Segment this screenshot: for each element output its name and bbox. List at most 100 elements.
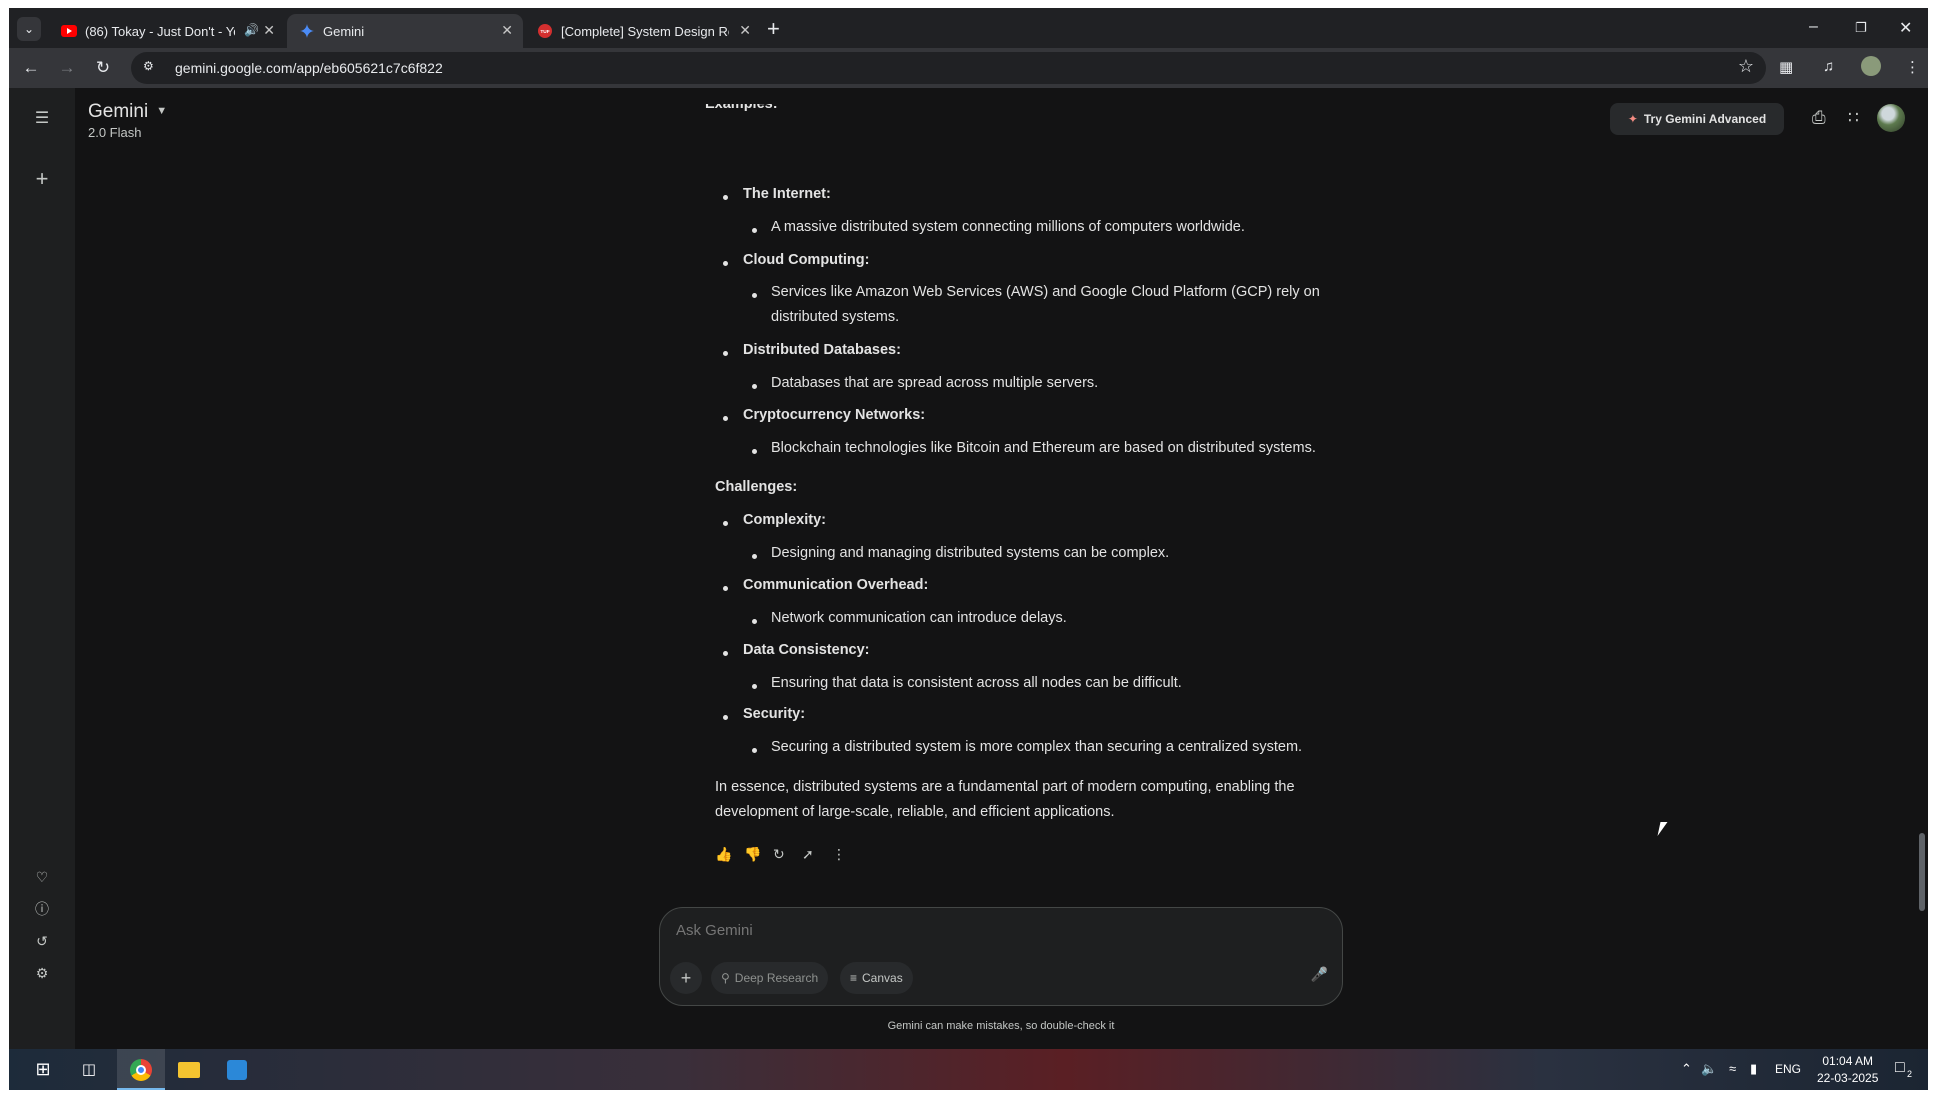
print-icon[interactable]: ⎙ [1812, 108, 1826, 128]
wifi-icon[interactable]: ≈ [1729, 1061, 1736, 1076]
bullet [752, 554, 757, 559]
help-icon[interactable]: ⓘ [31, 898, 53, 920]
bookmark-star-icon[interactable]: ☆ [1738, 56, 1754, 77]
activity-history-icon[interactable]: ↺ [31, 930, 53, 952]
conclusion-text: development of large-scale, reliable, an… [715, 804, 1115, 820]
bullet [752, 619, 757, 624]
ask-gemini-input[interactable] [676, 918, 1076, 942]
back-icon[interactable]: ← [19, 56, 43, 80]
tab-system-design[interactable]: TUF [Complete] System Design Roa ✕ [525, 14, 761, 48]
bullet [723, 715, 728, 720]
address-bar[interactable]: ⚙ gemini.google.com/app/eb605621c7c6f822… [131, 52, 1766, 84]
challenge-title: Communication Overhead: [743, 577, 929, 593]
chip-label: Canvas [862, 971, 903, 985]
photos-app-icon[interactable] [213, 1049, 261, 1090]
app-name: Gemini [88, 101, 149, 122]
profile-avatar-icon[interactable] [1861, 56, 1881, 76]
regenerate-icon[interactable]: ↻ [773, 846, 785, 863]
example-text: distributed systems. [771, 309, 900, 325]
tab-gemini[interactable]: Gemini ✕ [287, 14, 523, 48]
new-tab-button[interactable]: + [767, 17, 780, 41]
canvas-button[interactable]: ≡ Canvas [840, 962, 913, 994]
share-icon[interactable]: ➚ [802, 846, 814, 863]
bullet [752, 384, 757, 389]
model-name: 2.0 Flash [88, 125, 142, 140]
battery-icon[interactable]: ▮ [1750, 1061, 1757, 1077]
challenge-text: Designing and managing distributed syste… [771, 545, 1170, 561]
example-text: A massive distributed system connecting … [771, 219, 1245, 235]
new-chat-plus-icon[interactable]: + [31, 168, 53, 190]
example-text: Services like Amazon Web Services (AWS) … [771, 284, 1320, 300]
close-tab-icon[interactable]: ✕ [739, 22, 751, 39]
dropdown-caret-icon: ▼ [156, 105, 168, 117]
menu-kebab-icon[interactable]: ⋮ [1905, 58, 1920, 76]
challenge-text: Network communication can introduce dela… [771, 610, 1067, 626]
show-hidden-icons-icon[interactable]: ⌃ [1681, 1061, 1692, 1077]
bullet [723, 351, 728, 356]
task-view-icon[interactable]: ◫ [65, 1049, 113, 1090]
example-title: The Internet: [743, 186, 831, 202]
tuf-icon: TUF [538, 24, 552, 38]
chip-label: Deep Research [734, 971, 819, 985]
bullet [752, 293, 757, 298]
challenge-title: Complexity: [743, 512, 826, 528]
restore-icon[interactable]: ❐ [1855, 20, 1867, 36]
clock-date: 22-03-2025 [1817, 1071, 1879, 1085]
hamburger-menu-icon[interactable]: ☰ [31, 108, 53, 130]
thumbs-down-icon[interactable]: 👎 [744, 846, 761, 863]
add-attachment-button[interactable]: + [670, 962, 702, 994]
challenges-heading: Challenges: [715, 479, 798, 495]
close-tab-icon[interactable]: ✕ [501, 22, 513, 39]
bullet [752, 684, 757, 689]
account-avatar[interactable] [1877, 104, 1905, 132]
model-switcher[interactable]: Gemini ▼ 2.0 Flash [88, 101, 167, 140]
volume-icon[interactable]: 🔈 [1701, 1061, 1717, 1077]
speaker-icon[interactable]: 🔊 [244, 23, 259, 37]
microphone-icon[interactable]: 🎤 [1311, 966, 1328, 983]
notification-count: 2 [1907, 1069, 1913, 1079]
file-explorer-icon[interactable] [165, 1049, 213, 1090]
example-title: Distributed Databases: [743, 342, 901, 358]
disclaimer-text: Gemini can make mistakes, so double-chec… [887, 1020, 1115, 1032]
bullet [723, 416, 728, 421]
chrome-taskbar-icon[interactable] [117, 1049, 165, 1090]
extensions-icon[interactable]: ▦ [1779, 58, 1793, 76]
sparkle-icon: ✦ [1627, 112, 1638, 126]
canvas-icon: ≡ [850, 971, 858, 985]
reload-icon[interactable]: ↻ [91, 56, 115, 80]
forward-icon[interactable]: → [55, 56, 79, 80]
scrollbar[interactable] [1919, 833, 1925, 911]
gemini-sparkle-icon [300, 24, 314, 38]
example-title: Cloud Computing: [743, 252, 870, 268]
side-rail: ☰ + ♡ ⓘ ↺ ⚙ [9, 88, 75, 1049]
bullet [723, 195, 728, 200]
system-clock[interactable]: 01:04 AM 22-03-2025 [1817, 1053, 1878, 1087]
minimize-icon[interactable]: – [1809, 18, 1818, 36]
settings-gear-icon[interactable]: ⚙ [31, 962, 53, 984]
deep-research-button[interactable]: ⚲ Deep Research [711, 962, 829, 994]
apps-grid-icon[interactable]: ∷ [1848, 108, 1859, 128]
tab-search-icon[interactable]: ⌄ [17, 17, 41, 41]
clock-time: 01:04 AM [1822, 1054, 1874, 1068]
tab-title: Gemini [323, 24, 365, 39]
try-gemini-advanced-button[interactable]: ✦ Try Gemini Advanced [1610, 103, 1784, 135]
media-control-icon[interactable]: ♫ [1823, 58, 1834, 75]
thumbs-up-icon[interactable]: 👍 [715, 846, 732, 863]
close-window-icon[interactable]: ✕ [1899, 18, 1912, 38]
challenge-title: Data Consistency: [743, 642, 870, 658]
language-indicator[interactable]: ENG [1775, 1062, 1801, 1076]
close-tab-icon[interactable]: ✕ [263, 22, 275, 39]
site-info-icon[interactable]: ⚙ [143, 59, 159, 75]
gems-icon[interactable]: ♡ [31, 866, 53, 888]
bullet [723, 651, 728, 656]
mouse-cursor [1657, 822, 1668, 836]
tab-title: (86) Tokay - Just Don't - You [85, 24, 235, 39]
example-text: Databases that are spread across multipl… [771, 375, 1099, 391]
windows-start-icon[interactable]: ⊞ [19, 1049, 67, 1090]
more-options-icon[interactable]: ⋮ [832, 846, 846, 863]
tab-youtube[interactable]: (86) Tokay - Just Don't - You 🔊 ✕ [49, 14, 285, 48]
gemini-app: ☰ + ♡ ⓘ ↺ ⚙ Gemini ▼ 2.0 Flash ✦ Try Gemin… [9, 88, 1928, 1049]
notifications-icon[interactable]: □ [1895, 1059, 1905, 1077]
browser-window: ⌄ (86) Tokay - Just Don't - You 🔊 ✕ Gemi… [9, 8, 1928, 1090]
bullet [723, 521, 728, 526]
